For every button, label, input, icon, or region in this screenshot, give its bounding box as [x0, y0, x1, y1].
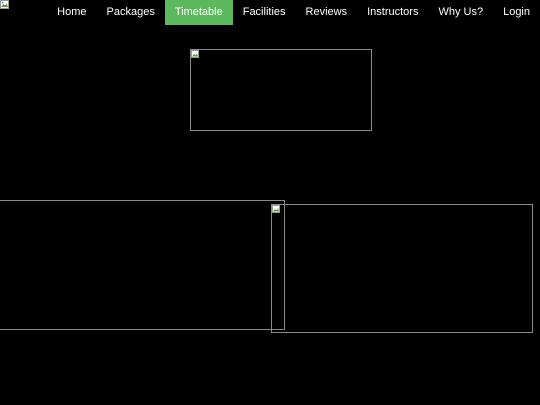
feature-image-right	[271, 204, 533, 333]
nav-home[interactable]: Home	[47, 0, 96, 25]
page: Home Packages Timetable Facilities Revie…	[0, 0, 540, 405]
nav-instructors[interactable]: Instructors	[357, 0, 428, 25]
nav-why-us[interactable]: Why Us?	[428, 0, 493, 25]
broken-image-icon	[272, 205, 280, 213]
nav-reviews[interactable]: Reviews	[296, 0, 358, 25]
nav-timetable[interactable]: Timetable	[164, 0, 233, 25]
main-nav: Home Packages Timetable Facilities Revie…	[47, 0, 540, 25]
broken-image-icon	[191, 50, 199, 58]
feature-image-left	[0, 200, 285, 330]
nav-facilities[interactable]: Facilities	[233, 0, 296, 25]
logo-broken-image-icon[interactable]	[0, 0, 9, 9]
nav-login[interactable]: Login	[493, 0, 540, 25]
hero-image	[190, 49, 372, 131]
nav-packages[interactable]: Packages	[97, 0, 165, 25]
